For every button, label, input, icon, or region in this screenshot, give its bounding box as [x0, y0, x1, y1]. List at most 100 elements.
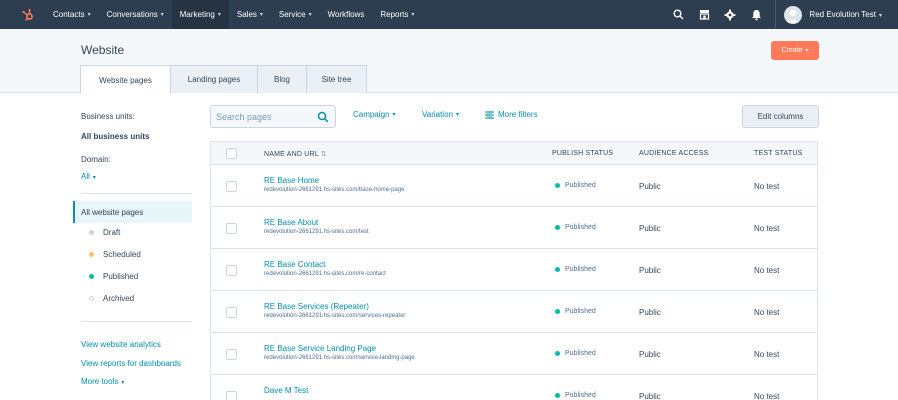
- top-navigation-bar: Contacts ▾ Conversations ▾ Marketing ▾ Sale…: [0, 0, 898, 29]
- test-status: No test: [754, 224, 780, 233]
- tab-landing-pages[interactable]: Landing pages: [170, 65, 258, 93]
- published-status-dot: [555, 225, 560, 230]
- sort-icon: ⇅: [320, 151, 327, 158]
- page-name-link[interactable]: RE Base Service Landing Page: [264, 344, 376, 353]
- nav-item-reports[interactable]: Reports ▾: [372, 0, 422, 29]
- caret-down-icon: ▾: [392, 112, 396, 118]
- search-input[interactable]: [216, 110, 316, 124]
- published-status-dot: [89, 274, 94, 279]
- nav-item-workflows[interactable]: Workflows: [320, 0, 373, 29]
- caret-down-icon: ▾: [217, 12, 221, 18]
- caret-down-icon: ▾: [259, 12, 263, 18]
- audience-access: Public: [639, 224, 661, 233]
- column-header-audience-access[interactable]: AUDIENCE ACCESS: [639, 150, 709, 157]
- sidebar-item-scheduled[interactable]: Scheduled: [89, 250, 141, 259]
- gear-icon[interactable]: [717, 0, 743, 29]
- edit-columns-button[interactable]: Edit columns: [742, 105, 819, 128]
- tab-website-pages[interactable]: Website pages: [80, 65, 171, 94]
- business-units-label: Business units:: [81, 112, 135, 121]
- audience-access: Public: [639, 350, 661, 359]
- search-icon[interactable]: [317, 111, 329, 123]
- archived-status-dot: [89, 296, 94, 301]
- row-checkbox[interactable]: [226, 307, 237, 318]
- more-filters-button[interactable]: More filters: [485, 110, 538, 119]
- published-status-dot: [555, 309, 560, 314]
- hubspot-logo-icon[interactable]: [13, 0, 43, 29]
- sidebar-item-draft[interactable]: Draft: [89, 228, 120, 237]
- published-status-dot: [555, 351, 560, 356]
- row-checkbox[interactable]: [226, 349, 237, 360]
- audience-access: Public: [639, 266, 661, 275]
- page-url: redevolution-2661291.hs-sites.com/servic…: [264, 355, 415, 361]
- select-all-checkbox[interactable]: [226, 148, 237, 159]
- domain-label: Domain:: [81, 155, 111, 164]
- sidebar-item-published[interactable]: Published: [89, 272, 138, 281]
- table-row: RE Base Contact redevolution-2661291.hs-…: [210, 249, 818, 291]
- tab-site-tree[interactable]: Site tree: [306, 65, 367, 93]
- bell-icon[interactable]: [743, 0, 769, 29]
- sidebar-item-archived[interactable]: Archived: [89, 294, 134, 303]
- page-name-link[interactable]: RE Base Home: [264, 176, 319, 185]
- caret-down-icon: ▾: [455, 112, 459, 118]
- table-row: RE Base Service Landing Page redevolutio…: [210, 333, 818, 375]
- nav-divider: [775, 0, 777, 29]
- publish-status: Published: [555, 350, 596, 357]
- caret-down-icon: ▾: [121, 380, 125, 386]
- view-website-analytics-link[interactable]: View website analytics: [81, 340, 161, 349]
- audience-access: Public: [639, 182, 661, 191]
- nav-item-service[interactable]: Service ▾: [271, 0, 320, 29]
- create-button[interactable]: Create ▾: [771, 41, 819, 60]
- business-units-value[interactable]: All business units: [81, 132, 149, 141]
- page-name-link[interactable]: RE Base Services (Repeater): [264, 302, 369, 311]
- caret-down-icon: ▾: [805, 48, 809, 54]
- sidebar-item-all-website-pages[interactable]: All website pages: [73, 201, 192, 223]
- nav-item-contacts[interactable]: Contacts ▾: [45, 0, 99, 29]
- test-status: No test: [754, 350, 780, 359]
- table-header: NAME AND URL ⇅ PUBLISH STATUS AUDIENCE A…: [210, 141, 818, 165]
- page-url: redevolution-2661291.hs-sites.com/re-con…: [264, 271, 386, 277]
- draft-status-dot: [89, 230, 94, 235]
- variation-filter[interactable]: Variation ▾: [422, 110, 459, 119]
- nav-item-sales[interactable]: Sales ▾: [229, 0, 271, 29]
- published-status-dot: [555, 393, 560, 398]
- caret-down-icon: ▾: [308, 12, 312, 18]
- publish-status: Published: [555, 392, 596, 399]
- row-checkbox[interactable]: [226, 181, 237, 192]
- campaign-filter[interactable]: Campaign ▾: [353, 110, 395, 119]
- table-row: Dave M Test Published Public No test: [210, 375, 818, 400]
- column-header-publish-status[interactable]: PUBLISH STATUS: [552, 150, 613, 157]
- test-status: No test: [754, 308, 780, 317]
- row-checkbox[interactable]: [226, 391, 237, 400]
- page-name-link[interactable]: RE Base Contact: [264, 260, 325, 269]
- published-status-dot: [555, 267, 560, 272]
- row-checkbox[interactable]: [226, 265, 237, 276]
- audience-access: Public: [639, 308, 661, 317]
- page-name-link[interactable]: RE Base About: [264, 218, 318, 227]
- search-icon[interactable]: [665, 0, 691, 29]
- publish-status: Published: [555, 182, 596, 189]
- column-header-name[interactable]: NAME AND URL ⇅: [264, 150, 327, 158]
- avatar[interactable]: [784, 5, 803, 24]
- publish-status: Published: [555, 308, 596, 315]
- test-status: No test: [754, 182, 780, 191]
- column-header-test-status[interactable]: TEST STATUS: [754, 150, 802, 157]
- tab-bar: Website pages Landing pages Blog Site tr…: [80, 65, 367, 94]
- account-menu[interactable]: Red Evolution Test ▾: [809, 10, 882, 19]
- view-reports-link[interactable]: View reports for dashboards: [81, 359, 181, 368]
- nav-item-conversations[interactable]: Conversations ▾: [99, 0, 172, 29]
- test-status: No test: [754, 392, 780, 400]
- tab-blog[interactable]: Blog: [257, 65, 307, 93]
- page-url: redevolution-2661291.hs-sites.com/test: [264, 229, 369, 235]
- more-tools-dropdown[interactable]: More tools ▾: [81, 377, 124, 386]
- domain-dropdown[interactable]: All ▾: [81, 172, 96, 181]
- row-checkbox[interactable]: [226, 223, 237, 234]
- test-status: No test: [754, 266, 780, 275]
- page-name-link[interactable]: Dave M Test: [264, 386, 308, 395]
- published-status-dot: [555, 183, 560, 188]
- sidebar-divider: [81, 193, 192, 194]
- marketplace-icon[interactable]: [691, 0, 717, 29]
- nav-item-marketing[interactable]: Marketing ▾: [171, 0, 229, 29]
- sidebar-divider: [81, 321, 192, 322]
- caret-down-icon: ▾: [87, 12, 91, 18]
- page-title: Website: [81, 43, 125, 57]
